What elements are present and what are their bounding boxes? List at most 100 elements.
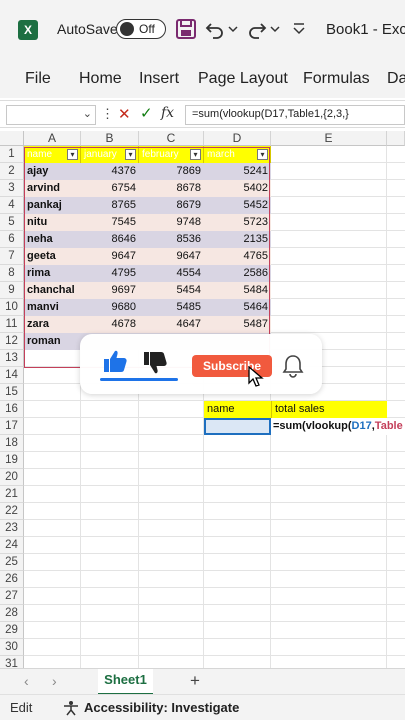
tab-formulas[interactable]: Formulas bbox=[303, 70, 370, 88]
row-header[interactable]: 15 bbox=[0, 384, 24, 401]
row-header[interactable]: 23 bbox=[0, 520, 24, 537]
row-header[interactable]: 1 bbox=[0, 146, 24, 163]
row-header[interactable]: 9 bbox=[0, 282, 24, 299]
row-header[interactable]: 17 bbox=[0, 418, 24, 435]
add-sheet-button[interactable]: + bbox=[190, 671, 200, 691]
confirm-entry-icon[interactable]: ✓ bbox=[140, 104, 153, 122]
row-header[interactable]: 5 bbox=[0, 214, 24, 231]
row-header[interactable]: 25 bbox=[0, 554, 24, 571]
sheet-tab-sheet1[interactable]: Sheet1 bbox=[98, 669, 153, 695]
row-header[interactable]: 11 bbox=[0, 316, 24, 333]
thumbs-up-icon[interactable] bbox=[102, 348, 128, 374]
table-value-cell[interactable]: 2135 bbox=[204, 231, 271, 248]
table-name-cell[interactable]: manvi bbox=[24, 299, 81, 316]
undo-dropdown-chevron-icon[interactable] bbox=[228, 18, 238, 40]
insert-function-icon[interactable]: fx bbox=[161, 105, 174, 121]
row-header[interactable]: 13 bbox=[0, 350, 24, 367]
row-header[interactable]: 31 bbox=[0, 656, 24, 668]
tab-file[interactable]: File bbox=[25, 70, 51, 88]
row-header[interactable]: 2 bbox=[0, 163, 24, 180]
table-value-cell[interactable]: 5454 bbox=[139, 282, 204, 299]
table-name-cell[interactable]: pankaj bbox=[24, 197, 81, 214]
table-value-cell[interactable]: 4678 bbox=[81, 316, 139, 333]
previous-sheet-icon[interactable]: ‹ bbox=[24, 673, 29, 689]
active-cell-d17[interactable] bbox=[204, 418, 271, 435]
table-value-cell[interactable]: 5452 bbox=[204, 197, 271, 214]
table-header-cell[interactable]: february ▾ bbox=[139, 146, 204, 163]
table-value-cell[interactable]: 8536 bbox=[139, 231, 204, 248]
bell-icon[interactable] bbox=[282, 354, 304, 378]
table-value-cell[interactable]: 9647 bbox=[81, 248, 139, 265]
thumbs-down-icon[interactable] bbox=[142, 350, 168, 376]
formula-input[interactable]: =sum(vlookup(D17,Table1,{2,3,} bbox=[185, 105, 405, 125]
table-name-cell[interactable]: neha bbox=[24, 231, 81, 248]
filter-dropdown-icon[interactable]: ▾ bbox=[125, 149, 136, 160]
table-header-cell[interactable]: name ▾ bbox=[24, 146, 81, 163]
table-name-cell[interactable]: ajay bbox=[24, 163, 81, 180]
table-value-cell[interactable]: 7545 bbox=[81, 214, 139, 231]
table-value-cell[interactable]: 5485 bbox=[139, 299, 204, 316]
table-value-cell[interactable]: 4765 bbox=[204, 248, 271, 265]
row-header[interactable]: 20 bbox=[0, 469, 24, 486]
select-all-corner[interactable] bbox=[0, 131, 24, 146]
name-box-chevron-icon[interactable]: ⌄ bbox=[83, 107, 92, 120]
table-header-cell[interactable]: january ▾ bbox=[81, 146, 139, 163]
table-value-cell[interactable]: 7869 bbox=[139, 163, 204, 180]
more-options-icon[interactable]: ⋮ bbox=[101, 106, 114, 122]
row-header[interactable]: 30 bbox=[0, 639, 24, 656]
redo-dropdown-chevron-icon[interactable] bbox=[270, 18, 280, 40]
column-header-a[interactable]: A bbox=[24, 131, 81, 146]
table-name-cell[interactable]: arvind bbox=[24, 180, 81, 197]
table-value-cell[interactable]: 5464 bbox=[204, 299, 271, 316]
filter-dropdown-icon[interactable]: ▾ bbox=[67, 149, 78, 160]
row-header[interactable]: 12 bbox=[0, 333, 24, 350]
worksheet-grid[interactable]: A B C D E 1 2 3 4 5 6 7 8 9 10 11 12 13 14 15 16 17 18 19 2… bbox=[0, 128, 405, 668]
table-name-cell[interactable]: chanchal bbox=[24, 282, 81, 299]
table-value-cell[interactable]: 4795 bbox=[81, 265, 139, 282]
row-header[interactable]: 21 bbox=[0, 486, 24, 503]
table-name-cell[interactable]: roman bbox=[24, 333, 81, 350]
table-value-cell[interactable]: 8678 bbox=[139, 180, 204, 197]
accessibility-status[interactable]: Accessibility: Investigate bbox=[84, 700, 239, 715]
table-value-cell[interactable]: 5487 bbox=[204, 316, 271, 333]
column-header-d[interactable]: D bbox=[204, 131, 271, 146]
table-value-cell[interactable]: 4376 bbox=[81, 163, 139, 180]
column-header-e[interactable]: E bbox=[271, 131, 387, 146]
autosave-toggle[interactable]: Off bbox=[116, 19, 166, 39]
table-value-cell[interactable]: 9680 bbox=[81, 299, 139, 316]
tab-home[interactable]: Home bbox=[79, 70, 122, 88]
table-name-cell[interactable]: zara bbox=[24, 316, 81, 333]
tab-insert[interactable]: Insert bbox=[139, 70, 179, 88]
table-value-cell[interactable]: 8765 bbox=[81, 197, 139, 214]
table-value-cell[interactable]: 9748 bbox=[139, 214, 204, 231]
row-header[interactable]: 7 bbox=[0, 248, 24, 265]
cancel-entry-icon[interactable]: ✕ bbox=[118, 105, 131, 123]
column-header-c[interactable]: C bbox=[139, 131, 204, 146]
lookup-header-name[interactable]: name bbox=[204, 401, 271, 418]
table-value-cell[interactable]: 6754 bbox=[81, 180, 139, 197]
row-header[interactable]: 8 bbox=[0, 265, 24, 282]
filter-dropdown-icon[interactable]: ▾ bbox=[257, 149, 268, 160]
row-header[interactable]: 10 bbox=[0, 299, 24, 316]
table-value-cell[interactable]: 5484 bbox=[204, 282, 271, 299]
table-name-cell[interactable]: rima bbox=[24, 265, 81, 282]
row-header[interactable]: 4 bbox=[0, 197, 24, 214]
table-value-cell[interactable]: 4647 bbox=[139, 316, 204, 333]
table-value-cell[interactable]: 4554 bbox=[139, 265, 204, 282]
table-value-cell[interactable]: 5402 bbox=[204, 180, 271, 197]
table-value-cell[interactable]: 5241 bbox=[204, 163, 271, 180]
row-header[interactable]: 16 bbox=[0, 401, 24, 418]
next-sheet-icon[interactable]: › bbox=[52, 673, 57, 689]
row-header[interactable]: 18 bbox=[0, 435, 24, 452]
save-icon[interactable] bbox=[175, 18, 197, 40]
table-value-cell[interactable]: 9647 bbox=[139, 248, 204, 265]
row-header[interactable]: 22 bbox=[0, 503, 24, 520]
table-value-cell[interactable]: 8679 bbox=[139, 197, 204, 214]
customize-toolbar-icon[interactable] bbox=[292, 18, 306, 40]
row-header[interactable]: 24 bbox=[0, 537, 24, 554]
row-header[interactable]: 14 bbox=[0, 367, 24, 384]
table-value-cell[interactable]: 2586 bbox=[204, 265, 271, 282]
table-value-cell[interactable]: 5723 bbox=[204, 214, 271, 231]
row-header[interactable]: 3 bbox=[0, 180, 24, 197]
row-header[interactable]: 28 bbox=[0, 605, 24, 622]
